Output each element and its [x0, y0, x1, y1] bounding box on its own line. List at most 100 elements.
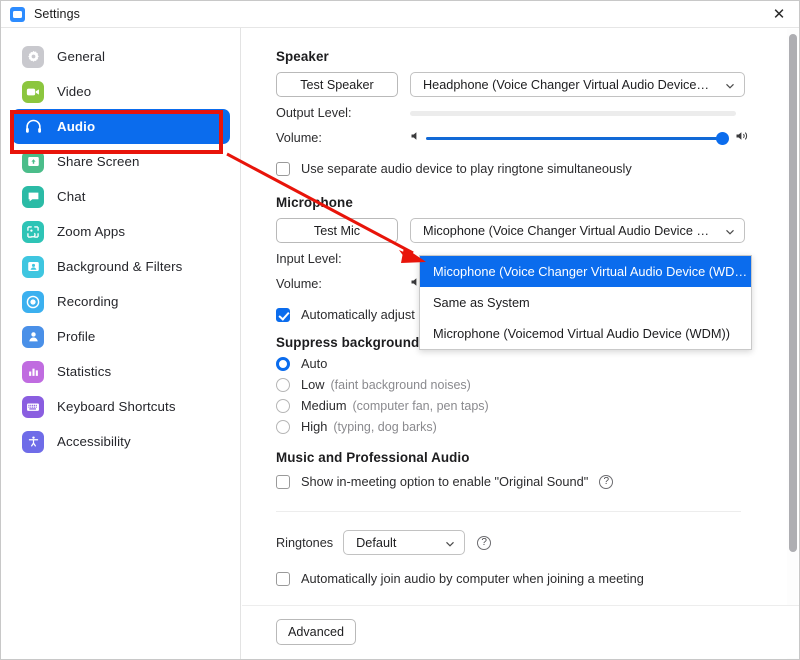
- ringtones-value: Default: [356, 535, 397, 550]
- sidebar-item-audio[interactable]: Audio: [12, 109, 230, 144]
- microphone-volume-label: Volume:: [276, 277, 322, 291]
- settings-window: Settings ✕ General Video Audio Share Screen…: [0, 0, 800, 660]
- noise-option-low[interactable]: Low (faint background noises): [276, 377, 777, 392]
- accessibility-icon: [22, 430, 44, 453]
- keyboard-icon: [22, 395, 44, 418]
- music-audio-heading: Music and Professional Audio: [276, 450, 470, 465]
- auto-join-audio-checkbox[interactable]: [276, 571, 290, 586]
- auto-join-audio-label: Automatically join audio by computer whe…: [301, 571, 644, 586]
- recording-icon: [22, 290, 44, 313]
- ringtone-device-checkbox[interactable]: [276, 161, 290, 176]
- output-level-meter: [410, 110, 736, 116]
- chevron-down-icon: [444, 537, 456, 549]
- share-screen-icon: [22, 150, 44, 173]
- noise-option-hint: (faint background noises): [330, 377, 471, 392]
- sidebar-item-keyboard-shortcuts[interactable]: Keyboard Shortcuts: [12, 389, 230, 424]
- output-level-label: Output Level:: [276, 106, 352, 120]
- sidebar-item-label: Profile: [57, 329, 96, 344]
- chevron-down-icon: [724, 79, 736, 91]
- dropdown-option[interactable]: Microphone (Voicemod Virtual Audio Devic…: [420, 318, 751, 349]
- sidebar-item-chat[interactable]: Chat: [12, 179, 230, 214]
- original-sound-label: Show in-meeting option to enable "Origin…: [301, 474, 589, 489]
- noise-option-label: Medium: [301, 398, 347, 413]
- auto-adjust-mic-checkbox[interactable]: [276, 307, 290, 322]
- ringtones-select[interactable]: Default: [343, 530, 466, 555]
- speaker-heading: Speaker: [276, 49, 329, 64]
- help-icon[interactable]: ?: [599, 474, 614, 489]
- background-filter-icon: [22, 255, 44, 278]
- sidebar-item-profile[interactable]: Profile: [12, 319, 230, 354]
- scrollbar-thumb[interactable]: [789, 34, 797, 552]
- speaker-device-select[interactable]: Headphone (Voice Changer Virtual Audio D…: [410, 72, 745, 97]
- microphone-device-select[interactable]: Micophone (Voice Changer Virtual Audio D…: [410, 218, 745, 243]
- input-level-label: Input Level:: [276, 252, 342, 266]
- dropdown-option[interactable]: Micophone (Voice Changer Virtual Audio D…: [420, 256, 751, 287]
- sidebar-item-background-filters[interactable]: Background & Filters: [12, 249, 230, 284]
- footer-bar: Advanced: [242, 605, 799, 658]
- window-title: Settings: [34, 7, 80, 21]
- radio-button[interactable]: [276, 419, 290, 434]
- sidebar-item-label: Statistics: [57, 364, 112, 379]
- speaker-volume-slider[interactable]: [410, 129, 750, 147]
- noise-option-label: Low: [301, 377, 325, 392]
- advanced-button[interactable]: Advanced: [276, 619, 356, 645]
- headphone-icon: [22, 116, 44, 138]
- ringtone-device-label: Use separate audio device to play ringto…: [301, 161, 632, 176]
- sidebar-item-recording[interactable]: Recording: [12, 284, 230, 319]
- speaker-high-icon: [735, 129, 750, 147]
- chevron-down-icon: [724, 225, 736, 237]
- speaker-device-value: Headphone (Voice Changer Virtual Audio D…: [423, 77, 710, 92]
- noise-option-high[interactable]: High (typing, dog barks): [276, 419, 777, 434]
- sidebar-item-label: Chat: [57, 189, 86, 204]
- speaker-low-icon: [410, 129, 422, 147]
- sidebar-item-zoom-apps[interactable]: Zoom Apps: [12, 214, 230, 249]
- speaker-volume-label: Volume:: [276, 131, 322, 145]
- noise-option-hint: (computer fan, pen taps): [352, 398, 489, 413]
- gear-icon: [22, 45, 44, 68]
- sidebar-item-video[interactable]: Video: [12, 74, 230, 109]
- microphone-device-dropdown[interactable]: Micophone (Voice Changer Virtual Audio D…: [419, 255, 752, 350]
- sidebar-item-accessibility[interactable]: Accessibility: [12, 424, 230, 459]
- original-sound-checkbox[interactable]: [276, 474, 290, 489]
- microphone-heading: Microphone: [276, 195, 353, 210]
- sidebar-item-label: General: [57, 49, 106, 64]
- zoom-apps-icon: [22, 220, 44, 243]
- section-divider: [276, 511, 741, 512]
- zoom-app-icon: [10, 6, 25, 22]
- sidebar-item-label: Share Screen: [57, 154, 140, 169]
- suppress-noise-options: Auto Low (faint background noises) Medium (c…: [276, 356, 777, 434]
- sidebar-item-label: Zoom Apps: [57, 224, 126, 239]
- help-icon[interactable]: ?: [477, 535, 492, 550]
- noise-option-auto[interactable]: Auto: [276, 356, 777, 371]
- test-speaker-button[interactable]: Test Speaker: [276, 72, 398, 97]
- slider-knob[interactable]: [716, 131, 729, 145]
- sidebar-item-label: Background & Filters: [57, 259, 183, 274]
- sidebar-item-general[interactable]: General: [12, 39, 230, 74]
- sidebar-item-share-screen[interactable]: Share Screen: [12, 144, 230, 179]
- profile-icon: [22, 325, 44, 348]
- noise-option-medium[interactable]: Medium (computer fan, pen taps): [276, 398, 777, 413]
- noise-option-hint: (typing, dog barks): [333, 419, 437, 434]
- radio-button[interactable]: [276, 356, 290, 371]
- chat-bubble-icon: [22, 185, 44, 208]
- sidebar-item-label: Keyboard Shortcuts: [57, 399, 176, 414]
- dropdown-option[interactable]: Same as System: [420, 287, 751, 318]
- close-icon[interactable]: ✕: [759, 1, 799, 27]
- radio-button[interactable]: [276, 377, 290, 392]
- noise-option-label: High: [301, 419, 328, 434]
- radio-button[interactable]: [276, 398, 290, 413]
- sidebar-item-label: Audio: [57, 119, 96, 134]
- sidebar-item-statistics[interactable]: Statistics: [12, 354, 230, 389]
- sidebar-item-label: Video: [57, 84, 92, 99]
- sidebar-item-label: Accessibility: [57, 434, 131, 449]
- slider-track: [426, 131, 729, 145]
- microphone-device-value: Micophone (Voice Changer Virtual Audio D…: [423, 223, 710, 238]
- title-bar: Settings ✕: [1, 1, 799, 28]
- ringtones-label: Ringtones: [276, 535, 334, 550]
- test-mic-button[interactable]: Test Mic: [276, 218, 398, 243]
- video-camera-icon: [22, 80, 44, 103]
- sidebar: General Video Audio Share Screen Chat Zoom Ap…: [2, 28, 241, 659]
- noise-option-label: Auto: [301, 356, 328, 371]
- sidebar-item-label: Recording: [57, 294, 119, 309]
- statistics-icon: [22, 360, 44, 383]
